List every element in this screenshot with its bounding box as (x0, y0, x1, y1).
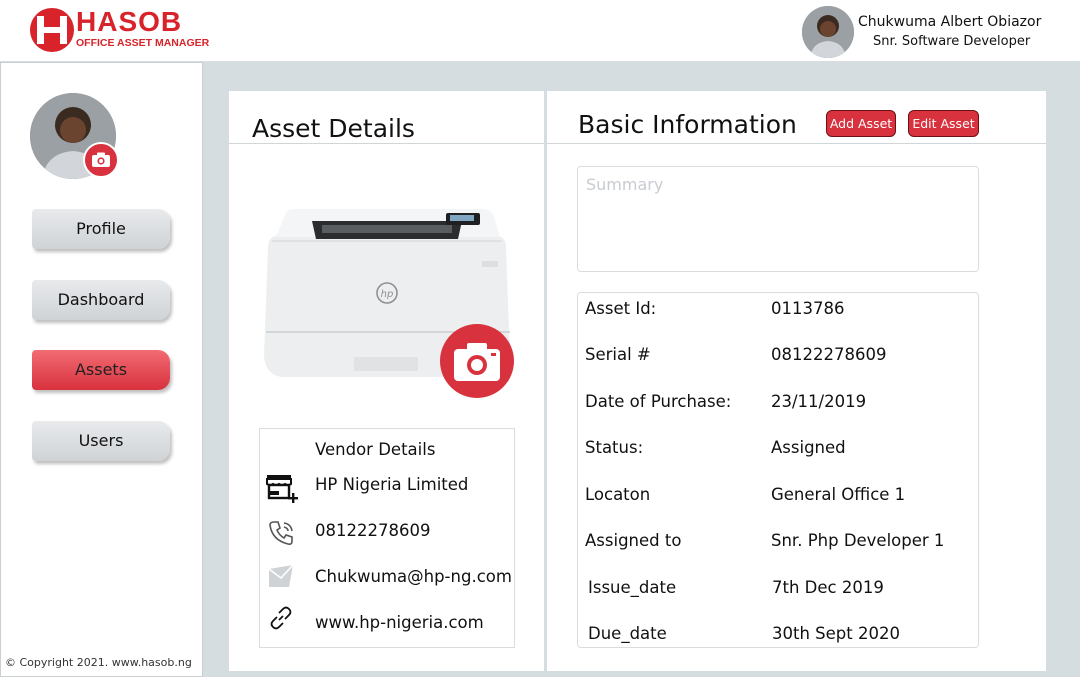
serial-label: Serial # (585, 345, 651, 364)
logo-mark-icon (30, 8, 74, 52)
sidebar-item-users[interactable]: Users (32, 421, 170, 461)
asset-id-value: 0113786 (771, 299, 845, 318)
brand-name: HASOB (76, 6, 183, 37)
svg-text:hp: hp (381, 289, 394, 300)
assigned-to-value: Snr. Php Developer 1 (771, 531, 945, 550)
basic-information-divider (547, 143, 1046, 144)
vendor-email[interactable]: Chukwuma@hp-ng.com (315, 567, 512, 586)
status-label: Status: (585, 438, 644, 457)
edit-asset-button[interactable]: Edit Asset (908, 110, 979, 137)
vendor-details-title: Vendor Details (315, 440, 436, 459)
copyright-text: © Copyright 2021. www.hasob.ng (5, 656, 192, 669)
basic-information-title: Basic Information (578, 110, 797, 139)
change-photo-camera-icon[interactable] (83, 142, 119, 178)
vendor-website[interactable]: www.hp-nigeria.com (315, 613, 484, 632)
summary-input[interactable] (577, 166, 979, 272)
mail-icon (267, 563, 295, 591)
issue-date-value: 7th Dec 2019 (772, 578, 884, 597)
assigned-to-label: Assigned to (585, 531, 682, 550)
sidebar: Profile Dashboard Assets Users © Copyrig… (0, 62, 203, 677)
serial-value: 08122278609 (771, 345, 887, 364)
purchase-date-label: Date of Purchase: (585, 392, 732, 411)
issue-date-label: Issue_date (588, 578, 677, 597)
sidebar-item-dashboard[interactable]: Dashboard (32, 280, 170, 320)
asset-details-divider (229, 143, 544, 144)
due-date-label: Due_date (588, 624, 667, 643)
vendor-phone: 08122278609 (315, 521, 431, 540)
user-name: Chukwuma Albert Obiazor (858, 14, 1042, 30)
brand-tagline: OFFICE ASSET MANAGER (76, 37, 210, 49)
link-icon (268, 605, 296, 633)
upload-image-camera-icon[interactable] (440, 324, 514, 398)
add-asset-button[interactable]: Add Asset (826, 110, 896, 137)
due-date-value: 30th Sept 2020 (772, 624, 900, 643)
status-value: Assigned (771, 438, 846, 457)
user-role: Snr. Software Developer (873, 34, 1031, 49)
asset-id-label: Asset Id: (585, 299, 657, 318)
location-label: Locaton (585, 485, 651, 504)
purchase-date-value: 23/11/2019 (771, 392, 867, 411)
sidebar-item-profile[interactable]: Profile (32, 209, 170, 249)
phone-icon (268, 519, 296, 547)
vendor-name: HP Nigeria Limited (315, 475, 469, 494)
copyright-icon: © (5, 656, 16, 669)
top-bar: HASOB OFFICE ASSET MANAGER Chukwuma Albe… (0, 0, 1080, 62)
sidebar-item-assets[interactable]: Assets (32, 350, 170, 390)
hasob-logo[interactable]: HASOB OFFICE ASSET MANAGER (30, 6, 209, 52)
user-avatar[interactable] (802, 6, 854, 58)
store-add-icon (266, 473, 298, 503)
location-value: General Office 1 (771, 485, 906, 504)
asset-details-title: Asset Details (252, 114, 415, 143)
copyright-label: Copyright 2021. www.hasob.ng (19, 656, 192, 669)
